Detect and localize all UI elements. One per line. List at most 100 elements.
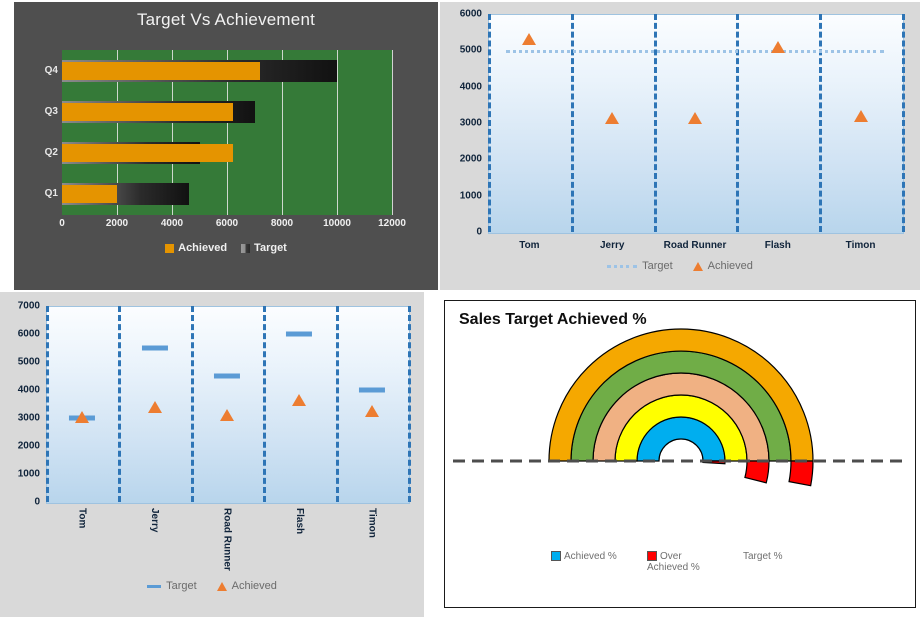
- bar-category-label: Q4: [44, 64, 58, 76]
- category-label: Flash: [764, 240, 791, 251]
- dashboard: Target Vs Achievement 0 2000 4000 6000 8000 1…: [0, 0, 920, 617]
- gauge-ring-segment: [788, 460, 814, 487]
- target-marker: [286, 331, 313, 337]
- category-divider: [335, 306, 339, 502]
- bar-axis-tick-label: 8000: [270, 218, 294, 229]
- legend-swatch-icon: [647, 551, 657, 562]
- scatter-bottom-plot-area: [46, 306, 410, 504]
- scatter-top-legend: Target Achieved: [440, 260, 920, 272]
- triangle-marker-icon: [692, 261, 703, 271]
- bar-axis-tick-label: 12000: [378, 218, 406, 229]
- legend-item: Achieved %: [551, 551, 619, 562]
- bar-axis-tick-label: 2000: [105, 218, 129, 229]
- table-row: Q2: [45, 140, 392, 166]
- legend-label: Achieved: [178, 242, 228, 254]
- axis-tick-label: 0: [476, 226, 482, 238]
- category-divider: [819, 14, 823, 232]
- achieved-bar: [62, 61, 260, 80]
- category-divider: [488, 14, 491, 232]
- axis-tick-label: 1000: [459, 190, 482, 202]
- bar-axis-tick-label: 0: [59, 218, 65, 229]
- category-label: Timon: [845, 240, 876, 251]
- achieved-bar: [62, 144, 233, 163]
- axis-tick-label: 5000: [459, 44, 482, 56]
- gauge-ring-segment: [744, 460, 770, 484]
- target-swatch-icon: [241, 243, 251, 253]
- axis-tick-label: 1000: [17, 468, 40, 480]
- category-label: Tom: [519, 240, 540, 251]
- scatter-bottom-legend: Target Achieved: [0, 580, 424, 592]
- category-label: Timon: [366, 508, 378, 538]
- sales-target-achieved-gauge[interactable]: Sales Target Achieved % Achieved % Over A…: [444, 300, 916, 608]
- axis-tick-label: 2000: [459, 153, 482, 165]
- axis-tick-label: 6000: [17, 328, 40, 340]
- category-divider: [653, 14, 657, 232]
- target-line: [506, 50, 884, 54]
- category-label: Jerry: [149, 508, 161, 533]
- achieved-marker: [605, 111, 620, 124]
- category-label: Road Runner: [221, 508, 233, 571]
- legend-item: Target: [241, 242, 287, 254]
- achieved-marker: [75, 410, 90, 423]
- target-marker: [141, 345, 168, 351]
- achieved-marker: [522, 33, 537, 46]
- legend-item: Over Achieved %: [647, 551, 715, 573]
- achieved-marker: [853, 109, 868, 122]
- axis-tick-label: 5000: [17, 356, 40, 368]
- achieved-marker: [292, 393, 307, 406]
- achieved-marker: [770, 40, 785, 53]
- axis-tick-label: 2000: [17, 440, 40, 452]
- target-vs-achieved-scatter-top[interactable]: 0 1000 2000 3000 4000 5000 6000 Tom Jerry Road Ru…: [440, 2, 920, 290]
- axis-tick-label: 3000: [459, 117, 482, 129]
- target-vs-achievement-chart[interactable]: Target Vs Achievement 0 2000 4000 6000 8000 1…: [14, 2, 438, 290]
- bar-axis-tick-label: 10000: [323, 218, 351, 229]
- triangle-marker-icon: [216, 581, 227, 591]
- bar-category-label: Q1: [44, 188, 58, 200]
- legend-label: Target: [166, 580, 197, 592]
- legend-item: Achieved: [692, 260, 753, 272]
- bar-axis-tick-label: 6000: [215, 218, 239, 229]
- achieved-bar: [62, 185, 117, 204]
- bar-category-label: Q3: [44, 105, 58, 117]
- axis-tick-label: 7000: [17, 300, 40, 312]
- category-label: Tom: [76, 508, 88, 529]
- legend-item: Target: [147, 580, 197, 592]
- legend-label: Achieved: [231, 580, 277, 592]
- gauge-legend: Achieved % Over Achieved % Target %: [445, 551, 917, 573]
- legend-item: Target: [607, 260, 673, 272]
- category-divider: [408, 306, 411, 502]
- axis-tick-label: 6000: [459, 8, 482, 20]
- target-vs-achieved-scatter-bottom[interactable]: 0 1000 2000 3000 4000 5000 6000 7000 Tom Jerry Roa…: [0, 292, 424, 617]
- category-divider: [118, 306, 122, 502]
- category-divider: [263, 306, 267, 502]
- category-divider: [902, 14, 905, 232]
- table-row: Q4: [45, 58, 392, 84]
- bar-category-label: Q2: [44, 147, 58, 159]
- scatter-top-plot-area: [488, 14, 904, 234]
- axis-tick-label: 4000: [17, 384, 40, 396]
- achieved-swatch-icon: [165, 243, 175, 253]
- table-row: Q1: [45, 181, 392, 207]
- achieved-marker: [364, 405, 379, 417]
- category-divider: [736, 14, 740, 232]
- category-divider: [570, 14, 574, 232]
- legend-label: Achieved: [707, 260, 753, 272]
- achieved-bar: [62, 102, 233, 121]
- legend-item: Target %: [743, 551, 811, 562]
- dash-marker-icon: [147, 584, 162, 588]
- legend-item: Achieved: [165, 242, 227, 254]
- category-label: Flash: [293, 508, 305, 535]
- achieved-marker: [220, 409, 234, 422]
- category-label: Jerry: [599, 240, 625, 251]
- category-label: Road Runner: [663, 240, 727, 251]
- category-divider: [46, 306, 49, 502]
- legend-label: Target: [254, 242, 287, 254]
- achieved-marker: [688, 111, 702, 124]
- target-marker: [213, 373, 241, 379]
- bar-axis-tick-label: 4000: [160, 218, 184, 229]
- legend-label: Target %: [743, 551, 783, 562]
- legend-swatch-icon: [551, 551, 561, 562]
- dotted-line-icon: [607, 264, 638, 268]
- legend-label: Target: [642, 260, 673, 272]
- table-row: Q3: [45, 99, 392, 125]
